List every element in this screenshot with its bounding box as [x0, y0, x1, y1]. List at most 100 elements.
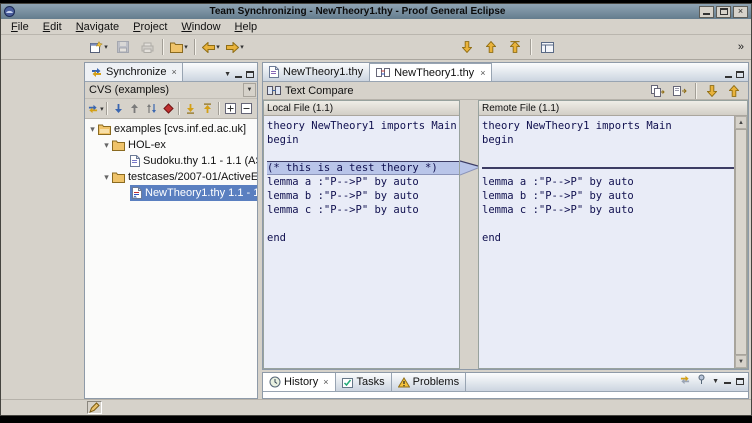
commit-button[interactable] [199, 100, 216, 117]
close-icon[interactable]: × [172, 67, 177, 77]
save-icon [117, 41, 129, 53]
back-button[interactable]: ▾ [200, 37, 222, 57]
chevron-down-icon[interactable]: ▼ [243, 83, 256, 97]
tab-tasks[interactable]: Tasks [336, 373, 392, 391]
bottom-view-body [263, 392, 748, 398]
code-line: lemma b :"P-->P" by auto [482, 189, 734, 203]
previous-change-button[interactable] [480, 37, 502, 57]
scroll-up-icon[interactable]: ▲ [735, 116, 747, 129]
window-title: Team Synchronizing - NewTheory1.thy - Pr… [18, 6, 697, 17]
maximize-window-button[interactable] [716, 6, 731, 18]
copy-all-right-button[interactable] [648, 83, 668, 99]
arrow-up-bar-icon [510, 41, 520, 53]
view-menu-button[interactable]: ▼ [712, 378, 719, 385]
collapse-all-button[interactable] [238, 100, 255, 117]
tab-label: NewTheory1.thy [283, 66, 363, 78]
expander-icon[interactable]: ▾ [101, 140, 112, 151]
close-window-button[interactable]: × [733, 6, 748, 18]
menu-file[interactable]: File [4, 20, 36, 34]
code-line: begin [482, 133, 734, 147]
tab-newtheory-editor[interactable]: NewTheory1.thy [263, 63, 370, 81]
tab-problems[interactable]: Problems [392, 373, 466, 391]
menu-help[interactable]: Help [228, 20, 265, 34]
tree-item-hol-ex[interactable]: ▾ HOL-ex [85, 137, 257, 153]
outgoing-mode-button[interactable] [126, 100, 143, 117]
menu-bar: File Edit Navigate Project Window Help [1, 19, 751, 35]
update-button[interactable] [182, 100, 199, 117]
arrow-up-icon [486, 41, 496, 53]
close-icon[interactable]: × [323, 377, 328, 387]
text-compare-icon [267, 85, 281, 96]
chevron-down-icon: ▾ [240, 43, 244, 51]
pin-button[interactable] [696, 374, 707, 388]
tree-item-sudoku[interactable]: Sudoku.thy 1.1 - 1.1 (ASCII - [85, 153, 257, 169]
conflicts-mode-button[interactable] [160, 100, 177, 117]
sync-view-toolbar: ▾ [85, 99, 257, 119]
tab-history[interactable]: History × [263, 373, 336, 391]
conflict-icon [163, 103, 174, 114]
tab-synchronize-label: Synchronize [106, 66, 167, 78]
remote-pane-header: Remote File (1.1) [479, 101, 747, 116]
minimize-bottom-view-button[interactable] [724, 378, 731, 384]
collapse-arrow-button[interactable] [504, 37, 526, 57]
next-difference-button[interactable] [702, 83, 722, 99]
toolbar-overflow-chevron[interactable]: » [735, 41, 747, 53]
expand-all-button[interactable] [222, 100, 239, 117]
copy-current-right-button[interactable] [670, 83, 690, 99]
expander-icon[interactable]: ▾ [101, 172, 112, 183]
both-mode-button[interactable] [143, 100, 160, 117]
minimize-editor-button[interactable] [725, 72, 732, 78]
menu-edit[interactable]: Edit [36, 20, 69, 34]
diff-insertion-marker [482, 161, 734, 175]
view-menu-icon[interactable]: ▼ [224, 71, 231, 78]
menu-project[interactable]: Project [126, 20, 174, 34]
toolbar-separator [162, 39, 164, 55]
remote-editor[interactable]: theory NewTheory1 imports Main begin lem… [479, 116, 734, 368]
previous-difference-button[interactable] [724, 83, 744, 99]
diff-connector [460, 100, 478, 360]
scroll-down-icon[interactable]: ▼ [735, 355, 747, 368]
new-wizard-icon [90, 41, 103, 53]
new-wizard-button[interactable]: ▾ [88, 37, 110, 57]
chevron-down-icon: ▾ [216, 43, 220, 51]
minimize-window-button[interactable] [699, 6, 714, 18]
synchronize-button[interactable]: ▾ [87, 100, 104, 117]
code-line [482, 147, 734, 161]
update-icon [185, 103, 196, 114]
expander-icon[interactable]: ▾ [87, 124, 98, 135]
next-change-button[interactable] [456, 37, 478, 57]
tab-synchronize[interactable]: Synchronize × [85, 63, 183, 81]
arrow-down-icon [707, 85, 717, 97]
maximize-editor-button[interactable] [736, 71, 744, 78]
close-icon[interactable]: × [480, 68, 485, 78]
sync-scope-selector[interactable]: CVS (examples) ▼ [85, 82, 257, 99]
both-arrows-icon [146, 103, 157, 114]
editor-mode-button[interactable] [87, 401, 102, 414]
scrollbar-thumb[interactable] [735, 129, 747, 355]
tree-item-examples[interactable]: ▾ examples [cvs.inf.ed.ac.uk] [85, 121, 257, 137]
remote-scrollbar[interactable]: ▲ ▼ [734, 116, 747, 368]
compare-editor: Text Compare [263, 82, 748, 369]
open-perspective-button[interactable] [536, 37, 558, 57]
menu-window[interactable]: Window [174, 20, 227, 34]
refresh-button[interactable] [679, 375, 691, 388]
maximize-bottom-view-button[interactable] [736, 378, 744, 385]
code-line: theory NewTheory1 imports Main [482, 119, 734, 133]
toolbar-separator [530, 39, 532, 55]
local-editor[interactable]: theory NewTheory1 imports Main begin (* … [264, 116, 459, 368]
incoming-mode-button[interactable] [110, 100, 127, 117]
back-icon [202, 42, 215, 53]
save-button[interactable] [112, 37, 134, 57]
tree-item-testcases[interactable]: ▾ testcases/2007-01/ActiveEditorV [85, 169, 257, 185]
tree-item-newtheory[interactable]: NewTheory1.thy 1.1 - 1.1 (A [85, 185, 257, 201]
maximize-view-button[interactable] [246, 71, 254, 78]
forward-button[interactable]: ▾ [224, 37, 246, 57]
tab-newtheory-compare[interactable]: NewTheory1.thy × [370, 63, 492, 81]
menu-navigate[interactable]: Navigate [69, 20, 126, 34]
checkout-wizard-button[interactable]: ▾ [168, 37, 190, 57]
selected-tree-item[interactable]: NewTheory1.thy 1.1 - 1.1 (A [130, 185, 257, 201]
project-folder-icon [98, 124, 111, 135]
minimize-view-button[interactable] [235, 72, 242, 78]
code-line: end [482, 231, 734, 245]
print-button[interactable] [136, 37, 158, 57]
